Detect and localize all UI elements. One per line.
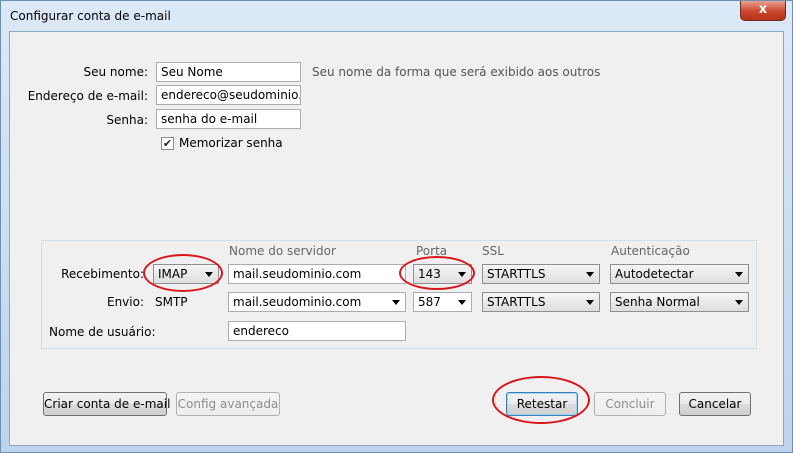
name-hint: Seu nome da forma que será exibido aos o… (312, 65, 601, 79)
username-label: Nome de usuário: (49, 325, 156, 339)
chevron-down-icon (205, 272, 213, 277)
email-label: Endereço de e-mail: (27, 89, 148, 103)
username-input[interactable]: endereco (228, 321, 406, 341)
title-bar: Configurar conta de e-mail x (1, 1, 792, 31)
chevron-down-icon (735, 272, 743, 277)
outgoing-protocol: SMTP (155, 295, 188, 309)
incoming-label: Recebimento: (61, 267, 144, 281)
close-button[interactable]: x (740, 1, 786, 21)
outgoing-port-select[interactable]: 587 (413, 292, 472, 312)
incoming-ssl-value: STARTTLS (487, 267, 546, 281)
remember-password-label[interactable]: Memorizar senha (179, 136, 283, 150)
incoming-auth-select[interactable]: Autodetectar (610, 264, 749, 284)
name-input[interactable]: Seu Nome (156, 62, 301, 82)
remember-password-checkbox[interactable]: ✔ (161, 137, 174, 150)
chevron-down-icon (392, 300, 400, 305)
checkmark-icon: ✔ (162, 137, 173, 150)
dialog-window: Configurar conta de e-mail x Seu nome: S… (0, 0, 793, 453)
outgoing-server-value: mail.seudominio.com (233, 295, 362, 309)
close-icon: x (758, 2, 768, 17)
incoming-ssl-select[interactable]: STARTTLS (482, 264, 600, 284)
outgoing-auth-select[interactable]: Senha Normal (610, 292, 749, 312)
chevron-down-icon (458, 300, 466, 305)
incoming-port-value: 143 (418, 267, 441, 281)
retest-button[interactable]: Retestar (506, 392, 578, 416)
chevron-down-icon (586, 300, 594, 305)
incoming-port-select[interactable]: 143 (413, 264, 472, 284)
incoming-protocol-select[interactable]: IMAP (153, 264, 219, 284)
ssl-column-header: SSL (482, 244, 504, 258)
outgoing-port-value: 587 (418, 295, 441, 309)
chevron-down-icon (458, 272, 466, 277)
chevron-down-icon (735, 300, 743, 305)
outgoing-ssl-select[interactable]: STARTTLS (482, 292, 600, 312)
name-label: Seu nome: (83, 65, 148, 79)
password-input[interactable]: senha do e-mail (156, 109, 301, 129)
done-button[interactable]: Concluir (594, 392, 666, 416)
outgoing-auth-value: Senha Normal (615, 295, 700, 309)
outgoing-label: Envio: (106, 295, 144, 309)
window-title: Configurar conta de e-mail (10, 9, 171, 23)
advanced-config-button[interactable]: Config avançada (176, 392, 280, 416)
auth-column-header: Autenticação (611, 244, 690, 258)
incoming-server-input[interactable]: mail.seudominio.com (228, 264, 406, 284)
outgoing-server-select[interactable]: mail.seudominio.com (228, 292, 406, 312)
chevron-down-icon (586, 272, 594, 277)
port-column-header: Porta (416, 244, 448, 258)
cancel-button[interactable]: Cancelar (679, 392, 751, 416)
create-account-button[interactable]: Criar conta de e-mail (43, 392, 170, 416)
server-column-header: Nome do servidor (229, 244, 336, 258)
password-label: Senha: (106, 113, 148, 127)
email-input[interactable]: endereco@seudominio.com (156, 85, 301, 105)
outgoing-ssl-value: STARTTLS (487, 295, 546, 309)
incoming-protocol-value: IMAP (158, 267, 188, 281)
incoming-auth-value: Autodetectar (615, 267, 694, 281)
dialog-content: Seu nome: Seu Nome Seu nome da forma que… (9, 31, 784, 446)
